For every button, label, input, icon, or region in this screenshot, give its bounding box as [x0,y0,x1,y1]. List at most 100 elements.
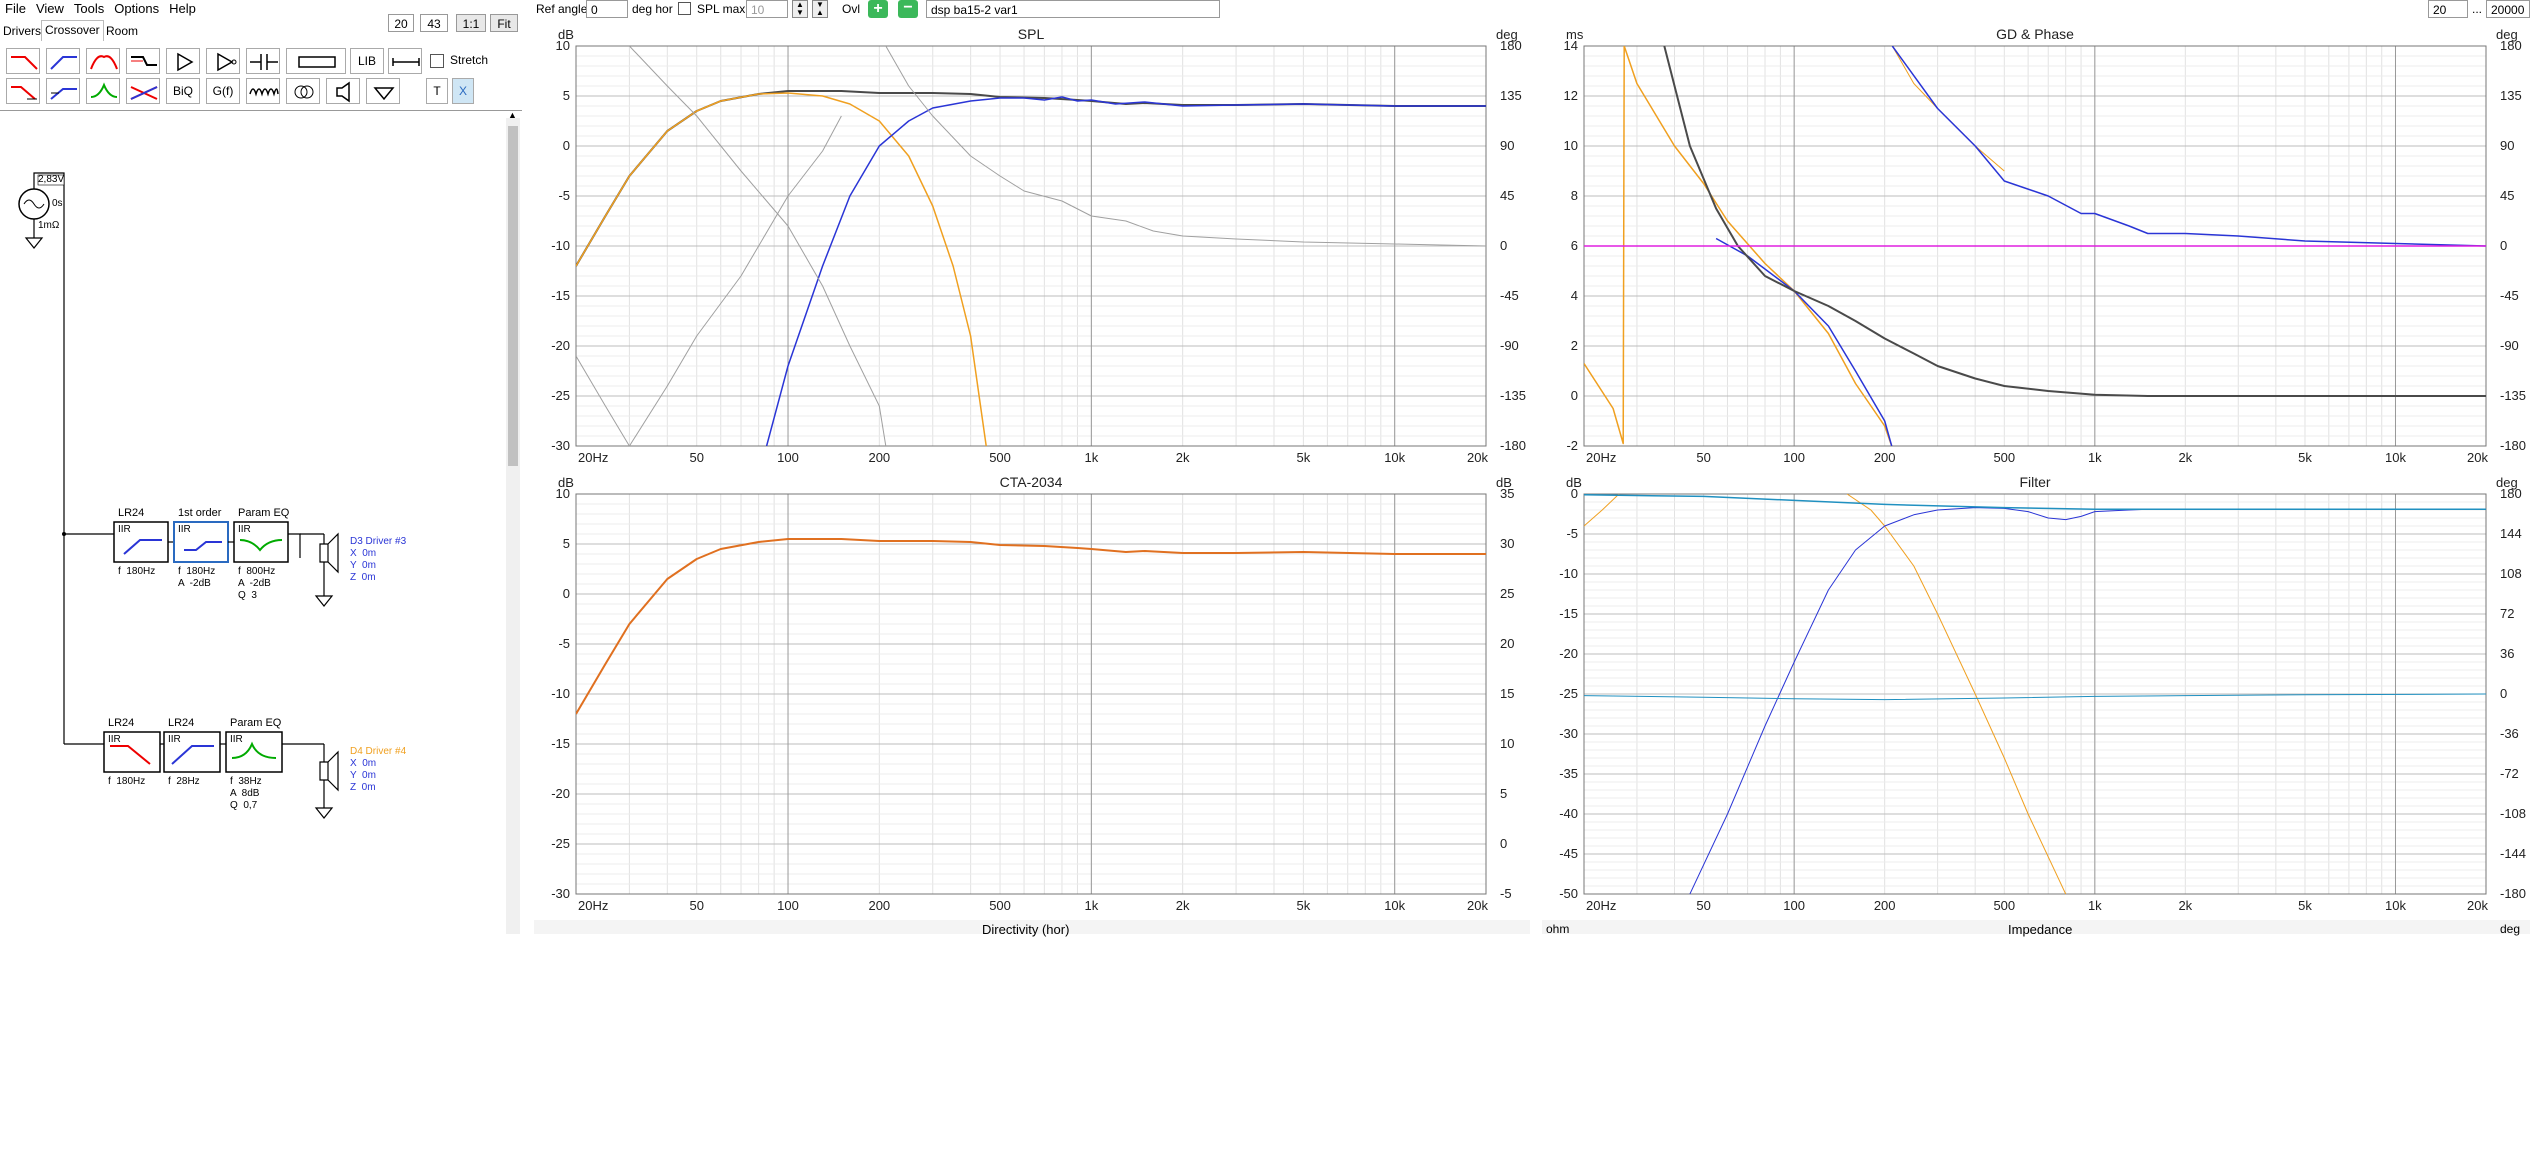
t-button[interactable]: T [426,78,448,104]
bandpass-red-icon [90,55,118,70]
tab-room[interactable]: Room [103,22,141,40]
gd-phase-chart[interactable]: GD & Phase ms deg 14 12 10 8 6 4 2 0 -2 180 135 90 45 0-… [1542,24,2530,470]
wire-tool[interactable] [388,48,422,74]
y2-tick-label: 35 [1500,486,1514,501]
fit-button[interactable]: Fit [490,14,518,32]
toolbar-divider [0,110,522,111]
menu-tools[interactable]: Tools [69,0,109,16]
deg-hor-label: deg hor [632,2,673,16]
y-tick-label: -25 [551,388,570,403]
freq-min-input[interactable]: 20 [2428,0,2468,18]
menu-options[interactable]: Options [109,0,164,16]
inductor-icon [249,88,279,97]
crossover-scrollbar[interactable] [506,118,520,934]
y2-tick-label: -180 [1500,438,1526,453]
stretch-checkbox[interactable] [430,54,444,68]
y2-tick-label: 45 [1500,188,1514,203]
spl-max-label: SPL max [697,2,746,16]
crossed-filter-tool[interactable] [126,78,160,104]
spl-max-input[interactable]: 10 [746,0,788,18]
x-tick-label: 2k [2178,898,2192,913]
series-line-2 [765,96,1486,446]
x-tick-label: 50 [1696,450,1710,465]
driver3-z: Z 0m [350,572,376,583]
y-tick-label: -50 [1559,886,1578,901]
driver3-y: Y 0m [350,560,376,571]
y2-tick-label: 90 [1500,138,1514,153]
branch2-block3-title: Param EQ [230,717,282,729]
y-tick-label: 4 [1571,288,1578,303]
scrollbar-thumb[interactable] [508,126,518,466]
freq-range-separator: ... [2472,2,2483,16]
highpass-alt-tool[interactable] [46,78,80,104]
y2-tick-label: 90 [2500,138,2514,153]
spl-chart[interactable]: SPL dB deg 10 5 0 -5 -10 -15 -20 -25 -30 180 135 90 45 0… [534,24,1530,470]
branch2-block1-title: LR24 [108,717,135,729]
inductor-tool[interactable] [246,78,280,104]
x-tick-label: 20Hz [578,450,608,465]
remove-overlay-icon[interactable]: − [898,0,918,18]
y2-tick-label: 45 [2500,188,2514,203]
zoom-value-1[interactable]: 20 [388,14,414,32]
y-tick-label: -30 [551,438,570,453]
tab-crossover[interactable]: Crossover [41,20,104,41]
library-button[interactable]: LIB [350,48,384,74]
menu-view[interactable]: View [31,0,69,16]
impedance-unit-right: deg [2500,922,2521,936]
y-tick-label: 6 [1571,238,1578,253]
scroll-up-icon[interactable]: ▲ [508,110,517,120]
transformer-tool[interactable] [286,78,320,104]
x-tick-label: 50 [689,898,703,913]
y2-tick-label: -108 [2500,806,2526,821]
menu-file[interactable]: File [0,0,31,16]
zoom-value-2[interactable]: 43 [420,14,448,32]
x-tick-label: 100 [1783,450,1805,465]
branch1-block2-title: 1st order [178,507,222,519]
y2-tick-label: -135 [2500,388,2526,403]
resistor-tool[interactable] [286,48,346,74]
peaking-eq-green-icon [90,82,118,98]
x-tick-label: 200 [868,450,890,465]
driver4-speaker-icon[interactable] [319,750,339,792]
collapse-stepper-icon[interactable]: ▼ ▲ [812,0,828,18]
lowpass-filter-tool[interactable] [6,48,40,74]
chart-svg-0: SPLdB deg1050-5-10-15-20-25-3018013590450… [551,26,1526,465]
spl-max-checkbox[interactable] [678,2,691,15]
driver3-speaker-icon[interactable] [319,532,339,574]
highpass-filter-tool[interactable] [46,48,80,74]
project-name-field[interactable]: dsp ba15-2 var1 [926,0,1220,18]
x-tick-label: 200 [1874,898,1896,913]
lowpass-alt-icon [11,86,37,100]
freq-max-input[interactable]: 20000 [2486,0,2530,18]
one-to-one-button[interactable]: 1:1 [456,14,486,32]
shelf-filter-tool[interactable] [126,48,160,74]
amplifier-icon [177,52,194,72]
y2-tick-label: -45 [2500,288,2519,303]
lowpass-alt-tool[interactable] [6,78,40,104]
y2-tick-label: 0 [2500,686,2507,701]
y2-tick-label: 25 [1500,586,1514,601]
add-overlay-icon[interactable]: + [868,0,888,18]
y-tick-label: -45 [1559,846,1578,861]
y2-tick-label: 144 [2500,526,2522,541]
capacitor-tool[interactable] [246,48,280,74]
menu-help[interactable]: Help [164,0,201,16]
x-tick-label: 20k [1467,898,1488,913]
bandpass-filter-tool[interactable] [86,48,120,74]
x-button[interactable]: X [452,78,474,104]
transfer-function-button[interactable]: G(f) [206,78,240,104]
speaker-tool[interactable] [326,78,360,104]
chart-svg-1: GD & Phasems deg14121086420-218013590450-… [1564,26,2527,465]
filter-chart[interactable]: Filter dB deg 0 -5 -10 -15 -20 -25 -30 -35 -40 -45 -5… [1542,472,2530,918]
ground-tool[interactable] [366,78,400,104]
chart-svg-2: CTA-2034dB dB1050-5-10-15-20-25-303530252… [551,474,1514,913]
peaking-eq-tool[interactable] [86,78,120,104]
amplifier-tool[interactable] [166,48,200,74]
y2-tick-label: -5 [1500,886,1512,901]
tab-drivers[interactable]: Drivers [0,22,44,40]
biquad-button[interactable]: BiQ [166,78,200,104]
inverting-amplifier-tool[interactable] [206,48,240,74]
updown-stepper-icon[interactable]: ▲ ▼ [792,0,808,18]
ref-angle-input[interactable]: 0 [586,0,628,18]
cta2034-chart[interactable]: CTA-2034 dB dB 10 5 0 -5 -10 -15 -20 -25 -30 35 30 25 2… [534,472,1530,918]
